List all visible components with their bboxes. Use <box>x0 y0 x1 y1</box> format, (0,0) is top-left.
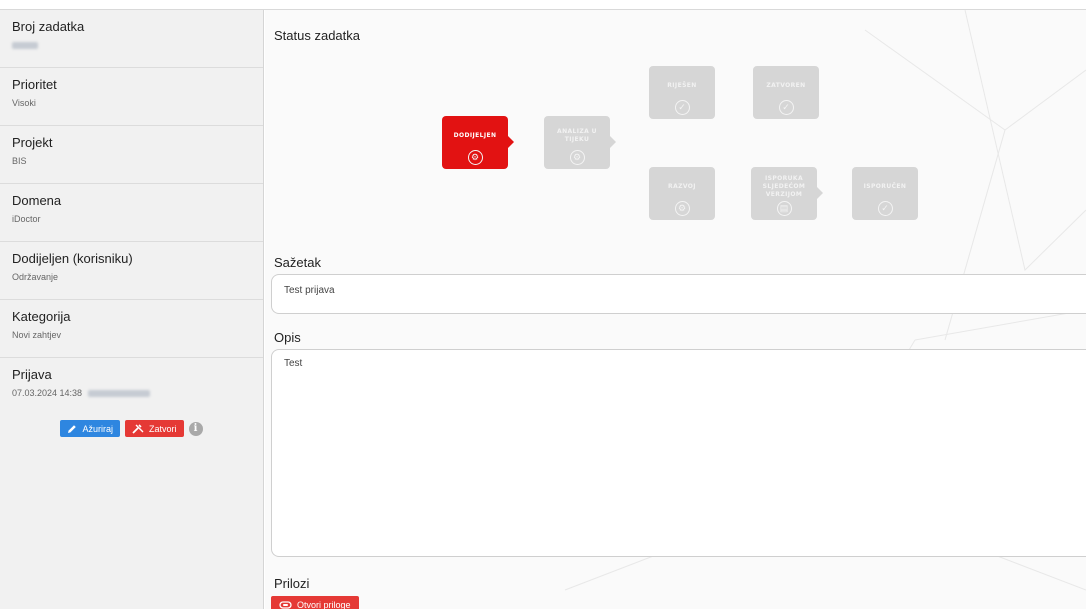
state-analysis-label: ANALIZA U TIJEKU <box>557 128 597 143</box>
state-resolved: RIJEŠEN ✓ <box>649 66 715 119</box>
report-datetime: 07.03.2024 14:38 <box>12 388 83 398</box>
priority-label: Prioritet <box>12 77 57 92</box>
project-label: Projekt <box>12 135 53 150</box>
summary-label: Sažetak <box>274 255 321 270</box>
field-domain: Domena iDoctor <box>0 184 263 242</box>
state-resolved-label: RIJEŠEN <box>667 82 697 89</box>
priority-value: Visoki <box>12 98 36 108</box>
pencil-icon <box>68 424 77 433</box>
field-priority: Prioritet Visoki <box>0 68 263 126</box>
doc-circle-icon: ▤ <box>776 201 792 216</box>
state-analysis: ANALIZA U TIJEKU ⚙ <box>544 116 616 169</box>
gear-circle-icon: ⚙ <box>674 201 690 216</box>
gear-circle-icon: ⚙ <box>569 150 585 165</box>
close-task-button-label: Zatvori <box>149 423 177 434</box>
update-button[interactable]: Ažuriraj <box>60 420 120 437</box>
update-button-label: Ažuriraj <box>82 423 113 434</box>
state-next-version: ISPORUKA SLJEDEĆOM VERZIJOM ▤ <box>751 167 823 220</box>
description-field[interactable]: Test <box>271 349 1086 557</box>
check-circle-icon: ✓ <box>674 100 690 115</box>
task-number-label: Broj zadatka <box>12 19 85 34</box>
report-label: Prijava <box>12 367 52 382</box>
field-project: Projekt BIS <box>0 126 263 184</box>
cross-tools-icon <box>132 423 144 434</box>
description-value: Test <box>284 358 303 369</box>
open-attachments-label: Otvori priloge <box>297 600 351 609</box>
paperclip-icon <box>279 601 292 609</box>
attachments-label: Prilozi <box>274 576 310 591</box>
task-details-sidebar: Broj zadatka Prioritet Visoki Projekt BI… <box>0 10 264 609</box>
state-closed: ZATVOREN ✓ <box>753 66 819 119</box>
report-value: 07.03.2024 14:38 <box>12 388 251 398</box>
summary-value: Test prijava <box>284 285 335 296</box>
state-delivered: ISPORUČEN ✓ <box>852 167 918 220</box>
state-assigned: DODIJELJEN ⚙ <box>442 116 514 169</box>
top-bar <box>0 0 1086 10</box>
assignee-value: Održavanje <box>12 272 59 282</box>
redacted-task-number <box>12 42 38 50</box>
category-label: Kategorija <box>12 309 71 324</box>
state-assigned-label: DODIJELJEN <box>453 132 497 139</box>
summary-field[interactable]: Test prijava <box>271 274 1086 314</box>
info-icon[interactable]: i <box>188 421 203 436</box>
task-number-value <box>12 40 251 50</box>
state-delivered-label: ISPORUČEN <box>863 183 907 190</box>
state-development: RAZVOJ ⚙ <box>649 167 715 220</box>
check-circle-icon: ✓ <box>778 100 794 115</box>
domain-label: Domena <box>12 193 62 208</box>
state-closed-label: ZATVOREN <box>766 82 806 89</box>
field-task-number: Broj zadatka <box>0 10 263 68</box>
gear-circle-icon: ⚙ <box>467 150 483 165</box>
field-report: Prijava 07.03.2024 14:38 <box>0 358 263 416</box>
assignee-label: Dodijeljen (korisniku) <box>12 251 133 266</box>
field-category: Kategorija Novi zahtjev <box>0 300 263 358</box>
close-task-button[interactable]: Zatvori <box>125 420 184 437</box>
project-value: BIS <box>12 156 27 166</box>
open-attachments-button[interactable]: Otvori priloge <box>271 596 359 609</box>
state-next-version-label: ISPORUKA SLJEDEĆOM VERZIJOM <box>762 175 806 198</box>
category-value: Novi zahtjev <box>12 330 62 340</box>
check-circle-icon: ✓ <box>877 201 893 216</box>
status-workflow: DODIJELJEN ⚙ ANALIZA U TIJEKU ⚙ RIJEŠEN … <box>265 10 1086 250</box>
task-main-panel: Status zadatka DODIJELJEN ⚙ ANALIZA U TI… <box>265 10 1086 609</box>
field-assignee: Dodijeljen (korisniku) Održavanje <box>0 242 263 300</box>
domain-value: iDoctor <box>12 214 41 224</box>
description-label: Opis <box>274 330 301 345</box>
state-development-label: RAZVOJ <box>668 183 696 190</box>
redacted-reporter <box>87 390 150 398</box>
sidebar-actions: Ažuriraj Zatvori i <box>0 420 263 437</box>
